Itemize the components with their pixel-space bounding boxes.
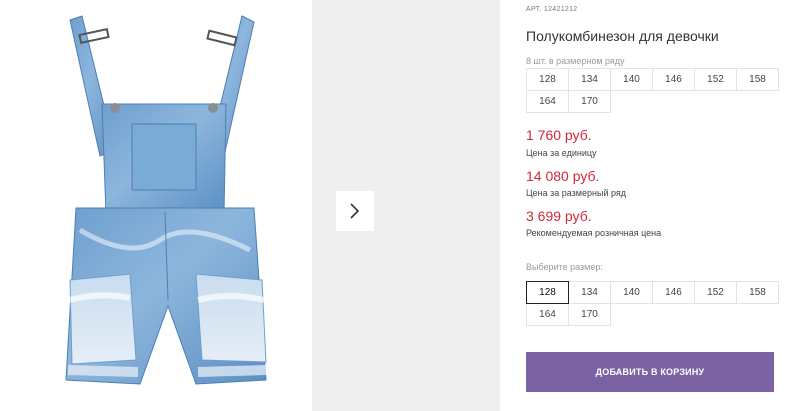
pack-size-cell: 158 xyxy=(736,68,779,91)
pack-sizes-grid: 128 134 140 146 152 158 164 170 xyxy=(526,68,779,113)
retail-price-label: Рекомендуемая розничная цена xyxy=(526,228,662,238)
size-option-158[interactable]: 158 xyxy=(736,281,779,304)
size-select-grid: 128 134 140 146 152 158 164 170 xyxy=(526,281,779,326)
pack-size-cell: 134 xyxy=(568,68,611,91)
retail-price: 3 699 руб. xyxy=(526,208,592,224)
article-value: 12421212 xyxy=(543,6,578,13)
size-option-164[interactable]: 164 xyxy=(526,303,569,326)
size-option-140[interactable]: 140 xyxy=(610,281,653,304)
size-option-134[interactable]: 134 xyxy=(568,281,611,304)
size-option-128[interactable]: 128 xyxy=(526,281,569,304)
chevron-right-icon xyxy=(350,203,360,219)
size-option-146[interactable]: 146 xyxy=(652,281,695,304)
pack-price-label: Цена за размерный ряд xyxy=(526,188,627,198)
article-label: АРТ. xyxy=(526,6,542,13)
pack-price: 14 080 руб. xyxy=(526,168,600,184)
size-select-label: Выберите размер: xyxy=(526,262,603,272)
pack-size-cell: 152 xyxy=(694,68,737,91)
unit-price-label: Цена за единицу xyxy=(526,148,597,158)
pack-note: 8 шт. в размерном ряду xyxy=(526,56,625,66)
size-option-152[interactable]: 152 xyxy=(694,281,737,304)
add-to-cart-button[interactable]: ДОБАВИТЬ В КОРЗИНУ xyxy=(526,352,774,392)
gallery-next-button[interactable] xyxy=(336,191,374,231)
unit-price: 1 760 руб. xyxy=(526,127,592,143)
pack-size-cell: 164 xyxy=(526,90,569,113)
pack-size-cell: 146 xyxy=(652,68,695,91)
product-title: Полукомбинезон для девочки xyxy=(526,28,719,44)
article-number: АРТ. 12421212 xyxy=(526,6,577,13)
product-photo[interactable] xyxy=(20,0,300,411)
size-option-170[interactable]: 170 xyxy=(568,303,611,326)
product-gallery xyxy=(0,0,500,411)
pack-size-cell: 140 xyxy=(610,68,653,91)
pack-size-cell: 128 xyxy=(526,68,569,91)
pack-size-cell: 170 xyxy=(568,90,611,113)
